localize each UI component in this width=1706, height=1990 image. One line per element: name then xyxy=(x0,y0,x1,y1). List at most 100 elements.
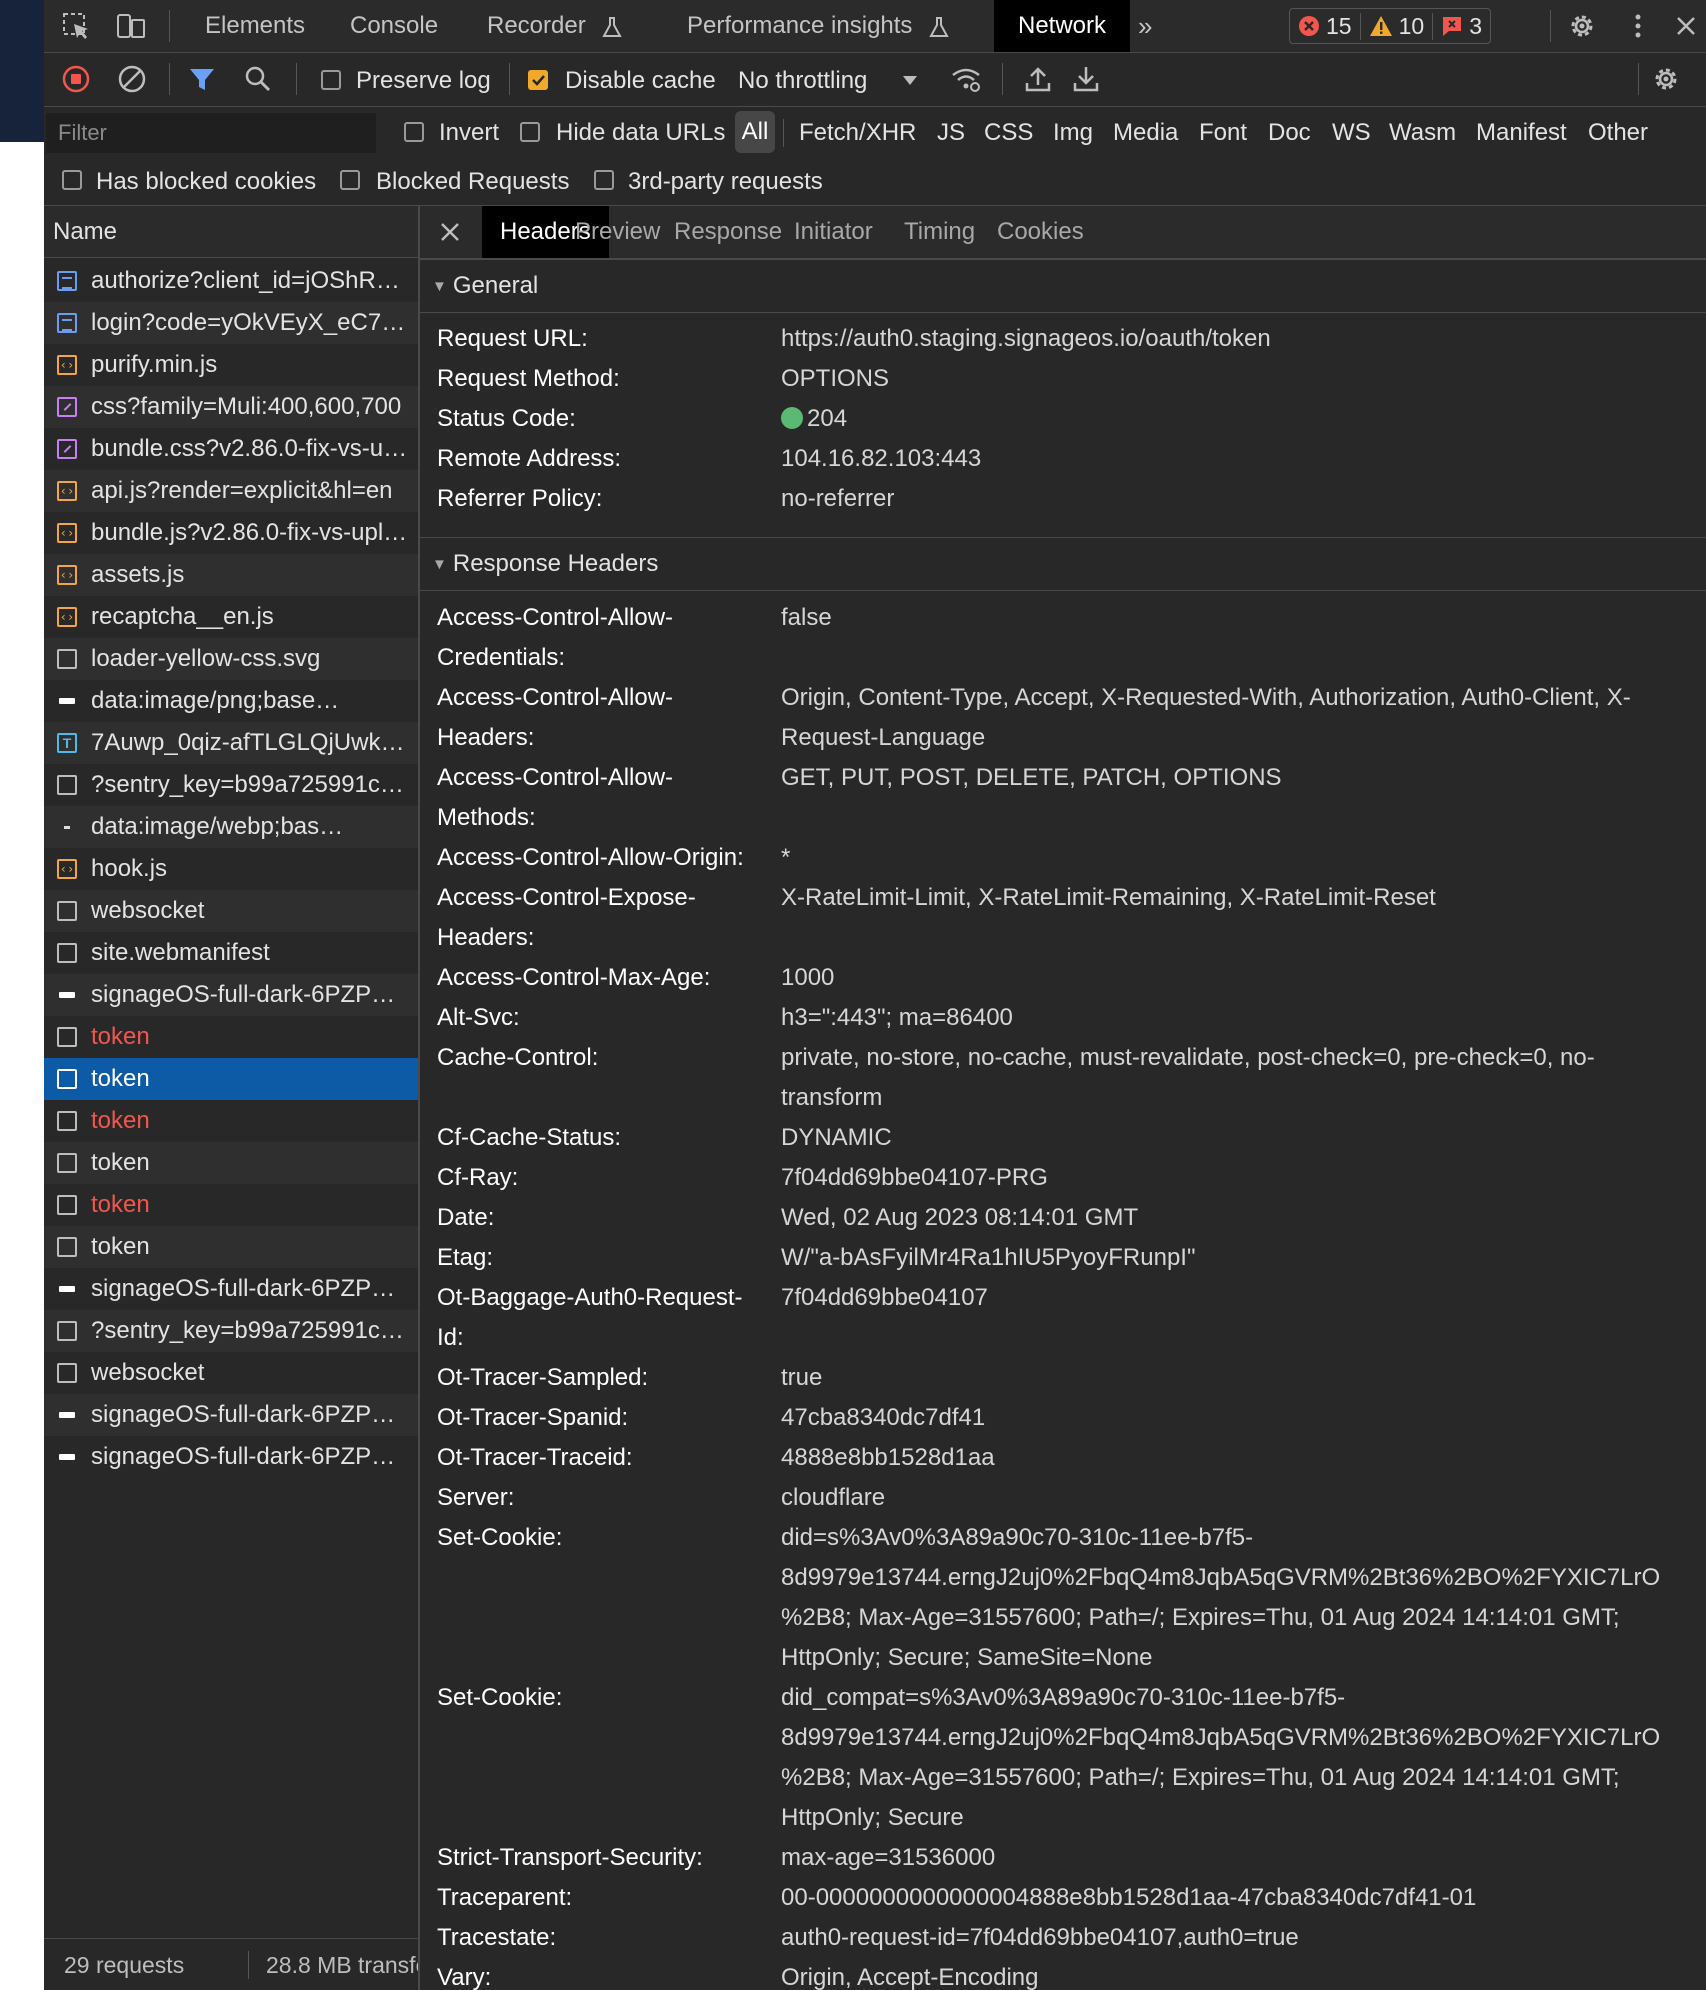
header-value[interactable]: private, no-store, no-cache, must-revali… xyxy=(781,1038,1681,1118)
header-value[interactable]: * xyxy=(781,838,1681,878)
blocked-requests-checkbox[interactable] xyxy=(340,170,360,190)
request-row[interactable]: T 7Auwp_0qiz-afTLGLQjUwkQ1OQ.woff2 xyxy=(44,722,418,764)
more-options-kebab-icon[interactable] xyxy=(1622,10,1654,42)
header-value[interactable]: X-RateLimit-Limit, X-RateLimit-Remaining… xyxy=(781,878,1681,918)
header-value[interactable]: DYNAMIC xyxy=(781,1118,1681,1158)
search-icon[interactable] xyxy=(242,63,274,95)
header-value[interactable]: 47cba8340dc7df41 xyxy=(781,1398,1681,1438)
header-value[interactable]: Origin, Accept-Encoding xyxy=(781,1958,1681,1990)
request-row[interactable]: bundle.css?v2.86.0-fix-vs-upload xyxy=(44,428,418,470)
filter-type-all[interactable]: All xyxy=(735,111,775,153)
header-value[interactable]: 1000 xyxy=(781,958,1681,998)
request-row[interactable]: ‹› assets.js xyxy=(44,554,418,596)
filter-type-wasm[interactable]: Wasm xyxy=(1389,119,1456,147)
tab-response[interactable]: Response xyxy=(674,206,782,258)
tab-console[interactable]: Console xyxy=(350,0,438,52)
request-row[interactable]: data:image/png;base… xyxy=(44,680,418,722)
network-conditions-wifi-icon[interactable] xyxy=(950,63,982,95)
close-devtools-icon[interactable] xyxy=(1670,10,1702,42)
header-value[interactable]: 204 xyxy=(781,399,1681,439)
import-har-upload-icon[interactable] xyxy=(1022,63,1054,95)
general-section-header[interactable]: ▼ General xyxy=(420,260,1706,313)
filter-funnel-icon[interactable] xyxy=(186,63,218,95)
header-value[interactable]: OPTIONS xyxy=(781,359,1681,399)
header-value[interactable]: cloudflare xyxy=(781,1478,1681,1518)
tab-preview[interactable]: Preview xyxy=(575,206,660,258)
header-value[interactable]: false xyxy=(781,598,1681,638)
filter-type-font[interactable]: Font xyxy=(1199,119,1247,147)
request-row[interactable]: token xyxy=(44,1100,418,1142)
request-row[interactable]: token xyxy=(44,1016,418,1058)
disable-cache-checkbox[interactable] xyxy=(528,70,548,90)
request-row[interactable]: ‹› recaptcha__en.js xyxy=(44,596,418,638)
request-row[interactable]: ?sentry_key=b99a725991c04f2b xyxy=(44,1310,418,1352)
request-row[interactable]: css?family=Muli:400,600,700 xyxy=(44,386,418,428)
request-row[interactable]: site.webmanifest xyxy=(44,932,418,974)
filter-type-fetch-xhr[interactable]: Fetch/XHR xyxy=(799,119,916,147)
request-row[interactable]: ‹› purify.min.js xyxy=(44,344,418,386)
more-tabs-chevron-icon[interactable]: » xyxy=(1138,0,1152,52)
hide-data-urls-checkbox[interactable] xyxy=(520,122,540,142)
header-value[interactable]: auth0-request-id=7f04dd69bbe04107,auth0=… xyxy=(781,1918,1681,1958)
request-row[interactable]: token xyxy=(44,1184,418,1226)
header-value[interactable]: true xyxy=(781,1358,1681,1398)
response-headers-section-header[interactable]: ▼ Response Headers xyxy=(420,538,1706,591)
request-row[interactable]: authorize?client_id=jOShRcH3Ux3bXhhRHf3G… xyxy=(44,260,418,302)
request-row[interactable]: login?code=yOkVEyX_eC7mVWb xyxy=(44,302,418,344)
tab-recorder[interactable]: Recorder xyxy=(487,0,623,52)
header-value[interactable]: GET, PUT, POST, DELETE, PATCH, OPTIONS xyxy=(781,758,1681,798)
issues-counter[interactable]: 3 xyxy=(1432,12,1490,40)
filter-type-manifest[interactable]: Manifest xyxy=(1476,119,1567,147)
request-row[interactable]: ?sentry_key=b99a725991c04f2b xyxy=(44,764,418,806)
warning-counter[interactable]: 10 xyxy=(1359,12,1433,40)
settings-gear-icon[interactable] xyxy=(1566,10,1598,42)
request-row[interactable]: signageOS-full-dark-6PZPQ2KZ.svg xyxy=(44,1394,418,1436)
error-counter[interactable]: 15 xyxy=(1290,13,1360,40)
device-toolbar-icon[interactable] xyxy=(115,10,147,42)
third-party-requests-checkbox[interactable] xyxy=(594,170,614,190)
header-value[interactable]: 4888e8bb1528d1aa xyxy=(781,1438,1681,1478)
chevron-down-icon[interactable] xyxy=(902,75,918,87)
issue-counters[interactable]: 15 10 3 xyxy=(1289,8,1491,44)
invert-checkbox[interactable] xyxy=(404,122,424,142)
tab-timing[interactable]: Timing xyxy=(904,206,975,258)
request-row[interactable]: loader-yellow-css.svg xyxy=(44,638,418,680)
filter-type-css[interactable]: CSS xyxy=(984,119,1033,147)
tab-elements[interactable]: Elements xyxy=(205,0,305,52)
request-row[interactable]: ‹› hook.js xyxy=(44,848,418,890)
header-value[interactable]: 7f04dd69bbe04107 xyxy=(781,1278,1681,1318)
filter-type-js[interactable]: JS xyxy=(937,119,965,147)
request-row[interactable]: signageOS-full-dark-6PZPQ2KZ.svg xyxy=(44,1436,418,1478)
header-value[interactable]: W/"a-bAsFyilMr4Ra1hIU5PyoyFRunpI" xyxy=(781,1238,1681,1278)
request-row[interactable]: token xyxy=(44,1142,418,1184)
export-har-download-icon[interactable] xyxy=(1070,63,1102,95)
request-row[interactable]: websocket xyxy=(44,1352,418,1394)
has-blocked-cookies-checkbox[interactable] xyxy=(62,170,82,190)
request-row[interactable]: websocket xyxy=(44,890,418,932)
header-value[interactable]: Wed, 02 Aug 2023 08:14:01 GMT xyxy=(781,1198,1681,1238)
filter-type-other[interactable]: Other xyxy=(1588,119,1648,147)
name-column-header[interactable]: Name xyxy=(44,206,418,258)
tab-performance-insights[interactable]: Performance insights xyxy=(687,0,949,52)
request-row[interactable]: token xyxy=(44,1058,418,1100)
filter-input[interactable]: Filter xyxy=(46,113,376,153)
header-value[interactable]: h3=":443"; ma=86400 xyxy=(781,998,1681,1038)
header-value[interactable]: 00-0000000000000004888e8bb1528d1aa-47cba… xyxy=(781,1878,1681,1918)
filter-type-doc[interactable]: Doc xyxy=(1268,119,1311,147)
tab-initiator[interactable]: Initiator xyxy=(794,206,873,258)
request-row[interactable]: ‹› api.js?render=explicit&hl=en xyxy=(44,470,418,512)
clear-icon[interactable] xyxy=(116,63,148,95)
request-row[interactable]: data:image/webp;bas… xyxy=(44,806,418,848)
close-details-icon[interactable] xyxy=(438,220,462,244)
header-value[interactable]: 104.16.82.103:443 xyxy=(781,439,1681,479)
header-value[interactable]: 7f04dd69bbe04107-PRG xyxy=(781,1158,1681,1198)
inspect-element-icon[interactable] xyxy=(60,10,92,42)
tab-cookies[interactable]: Cookies xyxy=(997,206,1084,258)
filter-type-ws[interactable]: WS xyxy=(1332,119,1371,147)
tab-network[interactable]: Network xyxy=(994,0,1131,52)
header-value[interactable]: max-age=31536000 xyxy=(781,1838,1681,1878)
header-value[interactable]: did=s%3Av0%3A89a90c70-310c-11ee-b7f5-8d9… xyxy=(781,1518,1681,1678)
throttling-select[interactable]: No throttling xyxy=(738,67,867,95)
header-value[interactable]: no-referrer xyxy=(781,479,1681,519)
stop-recording-icon[interactable] xyxy=(60,63,92,95)
